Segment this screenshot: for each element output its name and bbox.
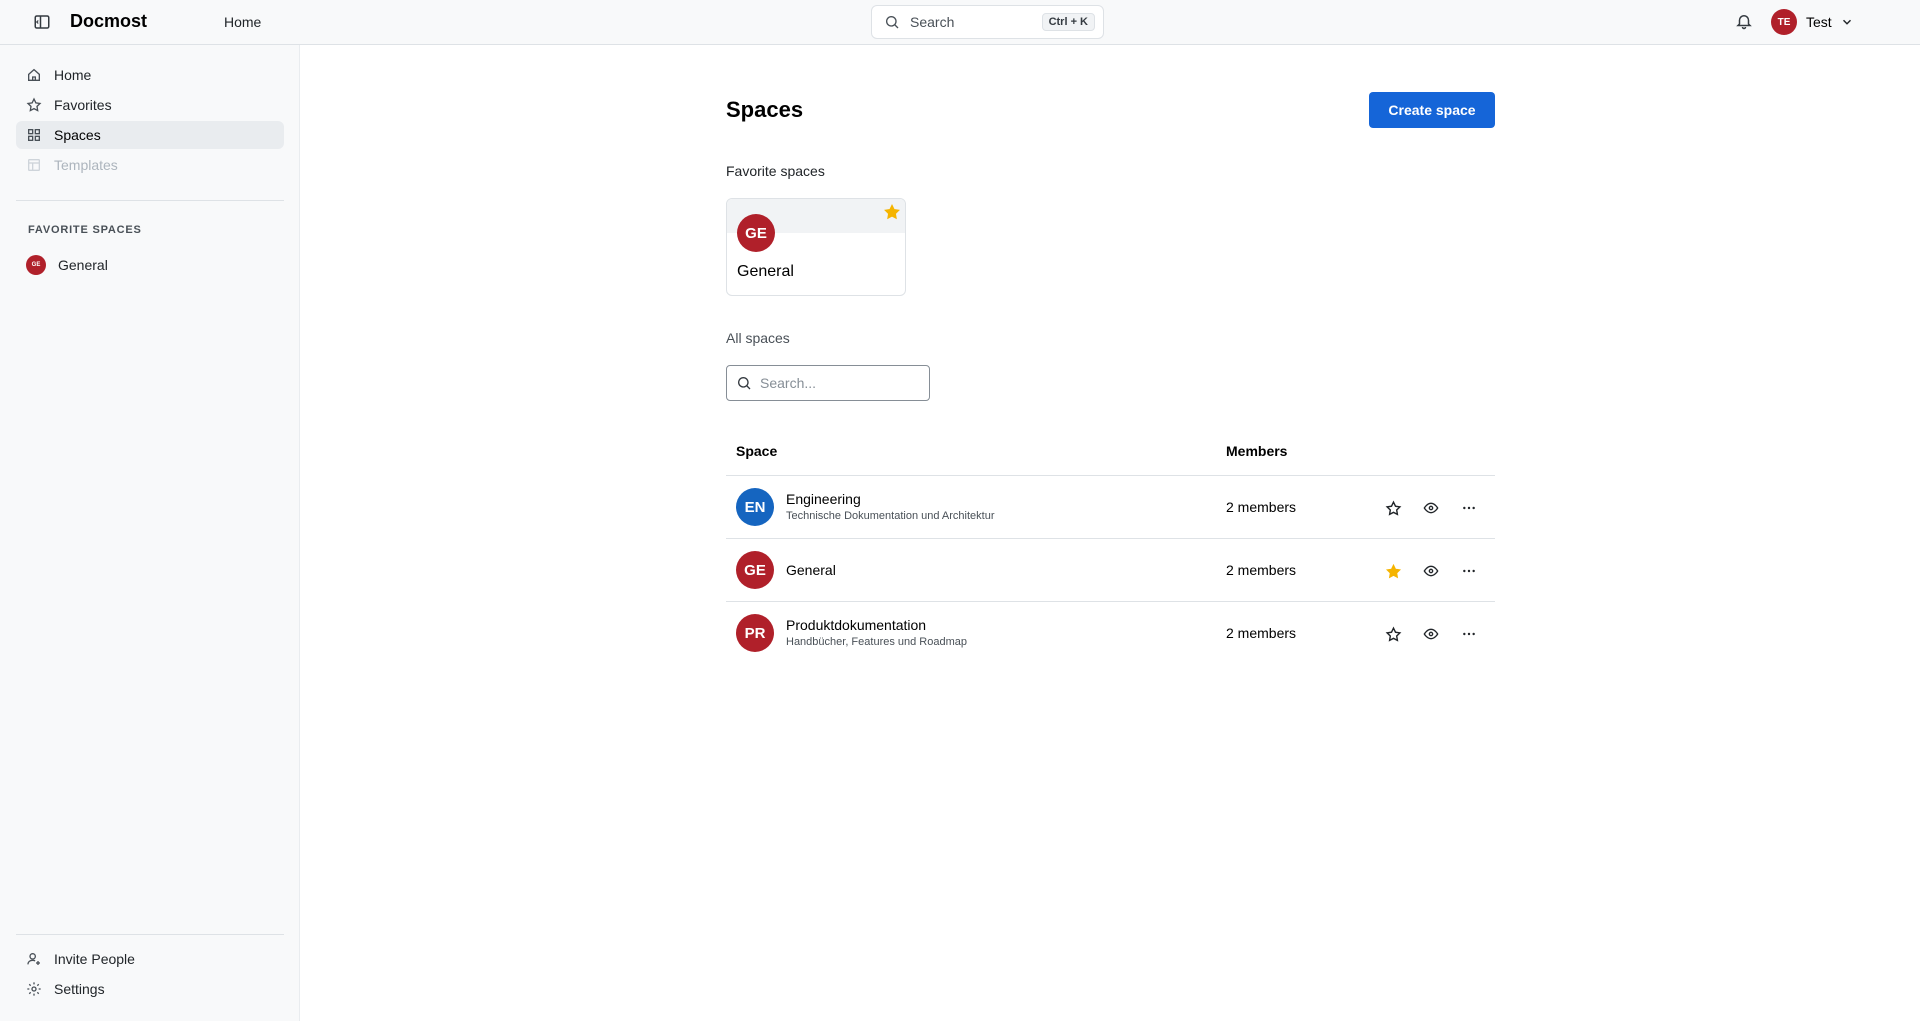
home-icon: [26, 67, 42, 83]
grid-icon: [26, 127, 42, 143]
table-row[interactable]: GE General 2 members: [726, 539, 1495, 602]
sidebar-item-label: Favorites: [54, 97, 112, 113]
sidebar-item-label: Settings: [54, 981, 105, 997]
table-row[interactable]: PR Produktdokumentation Handbücher, Feat…: [726, 602, 1495, 665]
star-outline-icon[interactable]: [1381, 622, 1405, 646]
sidebar-item-spaces[interactable]: Spaces: [16, 121, 284, 149]
space-avatar: PR: [736, 614, 774, 652]
sidebar-toggle-icon[interactable]: [30, 10, 54, 34]
space-name[interactable]: Produktdokumentation: [786, 617, 926, 633]
star-outline-icon[interactable]: [1381, 496, 1405, 520]
sidebar-item-label: Templates: [54, 157, 118, 173]
space-name[interactable]: General: [786, 562, 836, 578]
user-name: Test: [1806, 14, 1832, 30]
brand-logo[interactable]: Docmost: [70, 11, 147, 32]
user-plus-icon: [26, 951, 42, 967]
user-menu[interactable]: TE Test: [1771, 9, 1854, 35]
space-members: 2 members: [1226, 625, 1297, 641]
gear-icon: [26, 981, 42, 997]
space-members: 2 members: [1226, 499, 1297, 515]
star-filled-icon[interactable]: [883, 203, 901, 221]
space-description: Technische Dokumentation und Architektur: [786, 510, 995, 522]
sidebar-item-favorites[interactable]: Favorites: [16, 91, 284, 119]
table-header: Space Members: [726, 429, 1495, 476]
sidebar-divider: [16, 200, 284, 201]
sidebar-item-templates: Templates: [16, 151, 284, 179]
create-space-button[interactable]: Create space: [1369, 92, 1495, 128]
sidebar-bottom-divider: [16, 934, 284, 935]
favorite-space-card[interactable]: GE General: [726, 198, 906, 296]
favorite-spaces-heading: FAVORITE SPACES: [28, 224, 142, 236]
space-avatar: GE: [26, 255, 46, 275]
global-search-button[interactable]: Search Ctrl + K: [871, 5, 1104, 39]
space-description: Handbücher, Features und Roadmap: [786, 636, 968, 648]
sidebar: Home Favorites Spaces Templates FAVORITE…: [0, 45, 300, 1021]
global-search-label: Search: [910, 14, 955, 30]
spaces-table: Space Members EN Engineering Technische …: [726, 429, 1495, 665]
space-name[interactable]: Engineering: [786, 491, 861, 507]
all-spaces-title: All spaces: [726, 330, 790, 346]
header-home-link[interactable]: Home: [224, 14, 261, 30]
star-icon: [26, 97, 42, 113]
table-row[interactable]: EN Engineering Technische Dokumentation …: [726, 476, 1495, 539]
spaces-search-box: [726, 365, 930, 401]
sidebar-item-label: Spaces: [54, 127, 101, 143]
space-avatar: GE: [736, 551, 774, 589]
eye-icon[interactable]: [1419, 559, 1443, 583]
sidebar-favorite-space-general[interactable]: GE General: [16, 251, 284, 279]
search-icon: [736, 375, 752, 391]
sidebar-item-invite-people[interactable]: Invite People: [16, 945, 284, 973]
star-filled-icon[interactable]: [1381, 559, 1405, 583]
space-avatar: EN: [736, 488, 774, 526]
space-members: 2 members: [1226, 562, 1297, 578]
card-space-name: General: [737, 263, 794, 280]
eye-icon[interactable]: [1419, 496, 1443, 520]
user-avatar: TE: [1771, 9, 1797, 35]
page-title: Spaces: [726, 97, 804, 122]
template-icon: [26, 157, 42, 173]
top-header: Docmost Home Search Ctrl + K TE Test: [0, 0, 1920, 45]
search-icon: [884, 14, 900, 30]
sidebar-favorite-label: General: [58, 257, 108, 273]
eye-icon[interactable]: [1419, 622, 1443, 646]
more-horizontal-icon[interactable]: [1457, 496, 1481, 520]
sidebar-item-label: Home: [54, 67, 92, 83]
space-avatar: GE: [737, 214, 775, 252]
column-header-members: Members: [1226, 443, 1288, 459]
more-horizontal-icon[interactable]: [1457, 622, 1481, 646]
spaces-search-input[interactable]: [760, 375, 920, 391]
main-content: Spaces Create space Favorite spaces GE G…: [301, 45, 1920, 1021]
favorite-spaces-title: Favorite spaces: [726, 163, 825, 179]
sidebar-item-home[interactable]: Home: [16, 61, 284, 89]
sidebar-item-label: Invite People: [54, 951, 135, 967]
chevron-down-icon: [1840, 15, 1854, 29]
bell-icon[interactable]: [1733, 10, 1755, 32]
sidebar-item-settings[interactable]: Settings: [16, 975, 284, 1003]
column-header-space: Space: [736, 443, 778, 459]
search-shortcut-badge: Ctrl + K: [1041, 13, 1095, 31]
more-horizontal-icon[interactable]: [1457, 559, 1481, 583]
